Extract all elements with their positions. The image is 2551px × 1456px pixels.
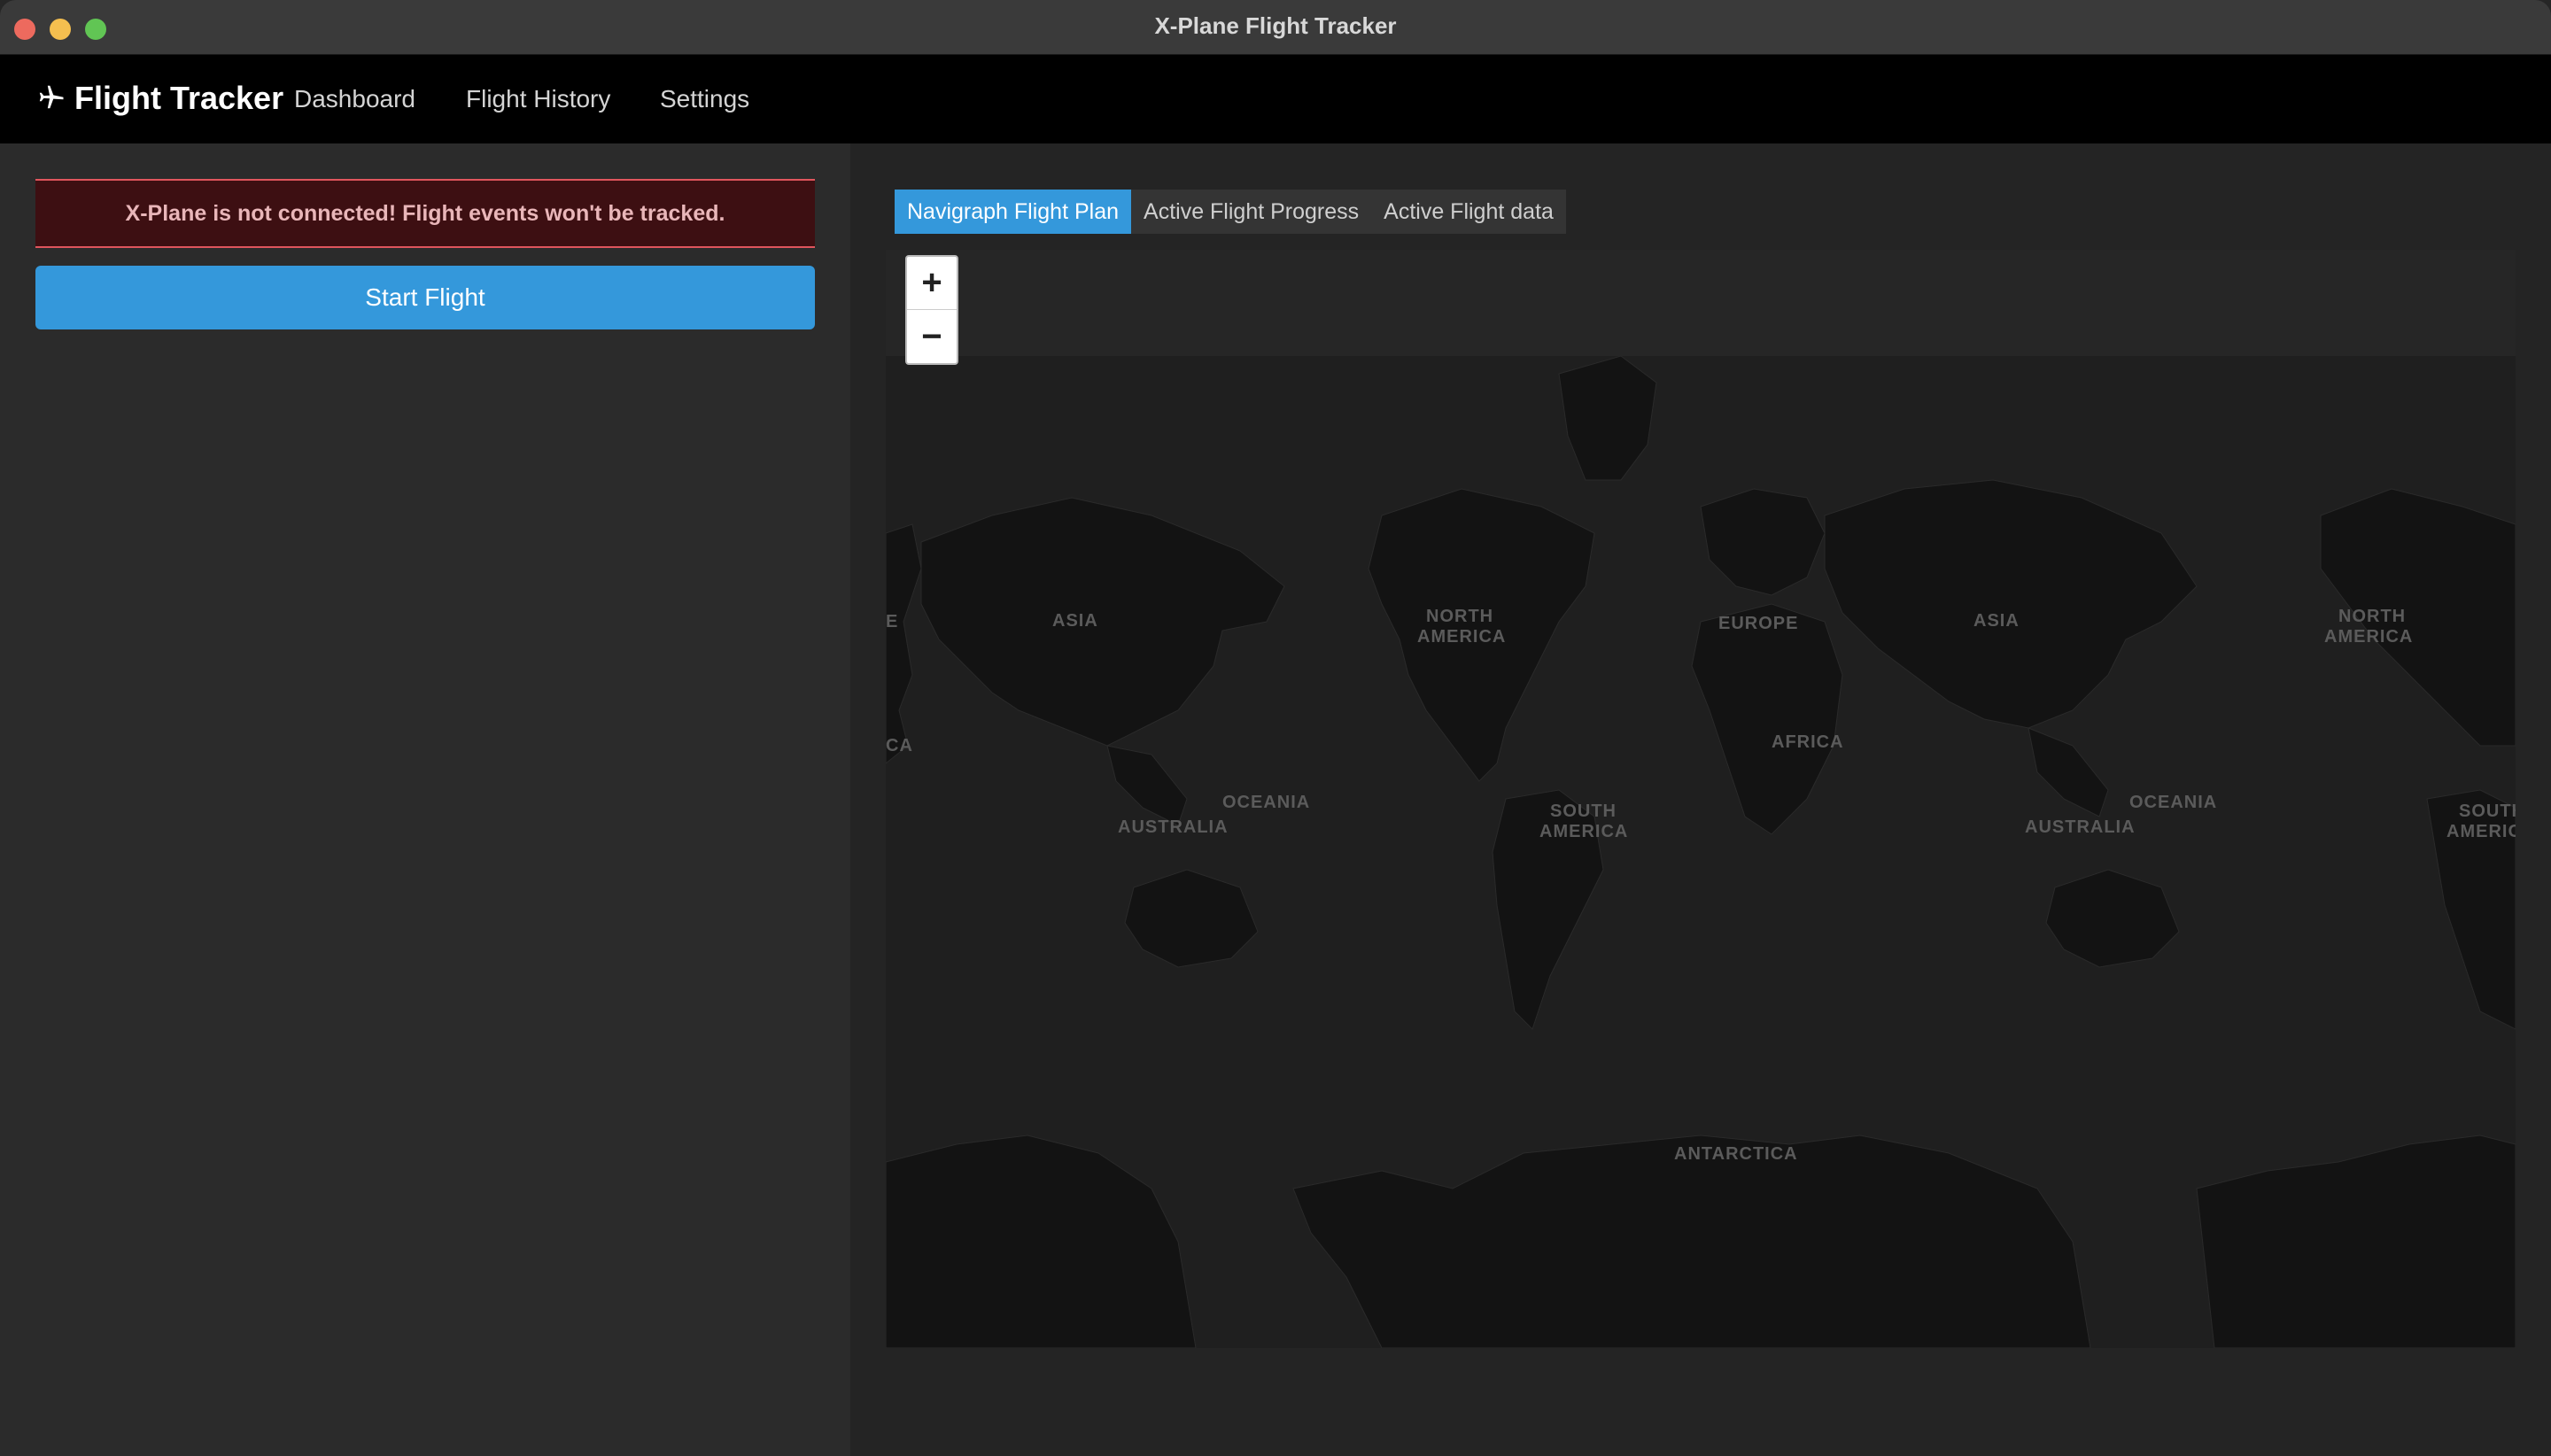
map-label-americ-fragment: AMERIC <box>2446 822 2516 841</box>
zoom-in-button[interactable]: + <box>907 257 957 310</box>
tab-active-flight-data[interactable]: Active Flight data <box>1371 190 1566 234</box>
map-label-south-fragment: SOUTH <box>2459 802 2516 821</box>
zoom-out-button[interactable]: − <box>907 310 957 363</box>
map-label-america-3: AMERICA <box>1539 822 1628 841</box>
map-label-australia-2: AUSTRALIA <box>2025 817 2136 837</box>
map-label-asia-2: ASIA <box>1973 611 2020 631</box>
window-title: X-Plane Flight Tracker <box>1154 12 1397 39</box>
map-label-oceania-1: OCEANIA <box>1222 793 1310 812</box>
tab-navigraph-flight-plan[interactable]: Navigraph Flight Plan <box>895 190 1132 234</box>
map-label-north-2: NORTH <box>2338 607 2406 626</box>
brand-label: Flight Tracker <box>74 80 284 116</box>
left-panel: X-Plane is not connected! Flight events … <box>0 143 850 1456</box>
map-label-ca-fragment: CA <box>886 736 913 755</box>
nav-settings[interactable]: Settings <box>660 85 749 113</box>
map-label-antarctica: ANTARCTICA <box>1674 1144 1798 1164</box>
tab-active-flight-progress[interactable]: Active Flight Progress <box>1131 190 1372 234</box>
app-window: X-Plane Flight Tracker Flight Tracker Da… <box>0 0 2551 1456</box>
nav-flight-history[interactable]: Flight History <box>466 85 610 113</box>
map-label-asia: ASIA <box>1052 611 1098 631</box>
title-bar[interactable]: X-Plane Flight Tracker <box>0 0 2551 55</box>
map-label-america-1: AMERICA <box>1417 627 1506 647</box>
nav-dashboard[interactable]: Dashboard <box>294 85 415 113</box>
right-panel: Navigraph Flight Plan Active Flight Prog… <box>850 143 2551 1456</box>
map-label-australia-1: AUSTRALIA <box>1118 817 1229 837</box>
map-label-america-2: AMERICA <box>2324 627 2413 647</box>
airplane-icon <box>39 85 64 109</box>
map-label-oceania-2: OCEANIA <box>2129 793 2217 812</box>
brand[interactable]: Flight Tracker <box>35 80 283 117</box>
tab-bar: Navigraph Flight Plan Active Flight Prog… <box>895 190 1566 234</box>
map-label-africa: AFRICA <box>1772 732 1844 752</box>
start-flight-button[interactable]: Start Flight <box>35 266 815 329</box>
map-label-south: SOUTH <box>1550 802 1617 821</box>
map-label-e-fragment: E <box>886 612 898 631</box>
connection-alert: X-Plane is not connected! Flight events … <box>35 179 815 248</box>
map-label-europe: EUROPE <box>1718 614 1798 633</box>
map-zoom-control: + − <box>905 255 958 365</box>
map-canvas[interactable]: ASIA NORTH AMERICA EUROPE ASIA NORTH AME… <box>886 250 2516 1348</box>
world-map[interactable]: ASIA NORTH AMERICA EUROPE ASIA NORTH AME… <box>886 250 2516 1348</box>
map-label-north-1: NORTH <box>1426 607 1493 626</box>
top-navbar: Flight Tracker Dashboard Flight History … <box>0 55 2551 143</box>
